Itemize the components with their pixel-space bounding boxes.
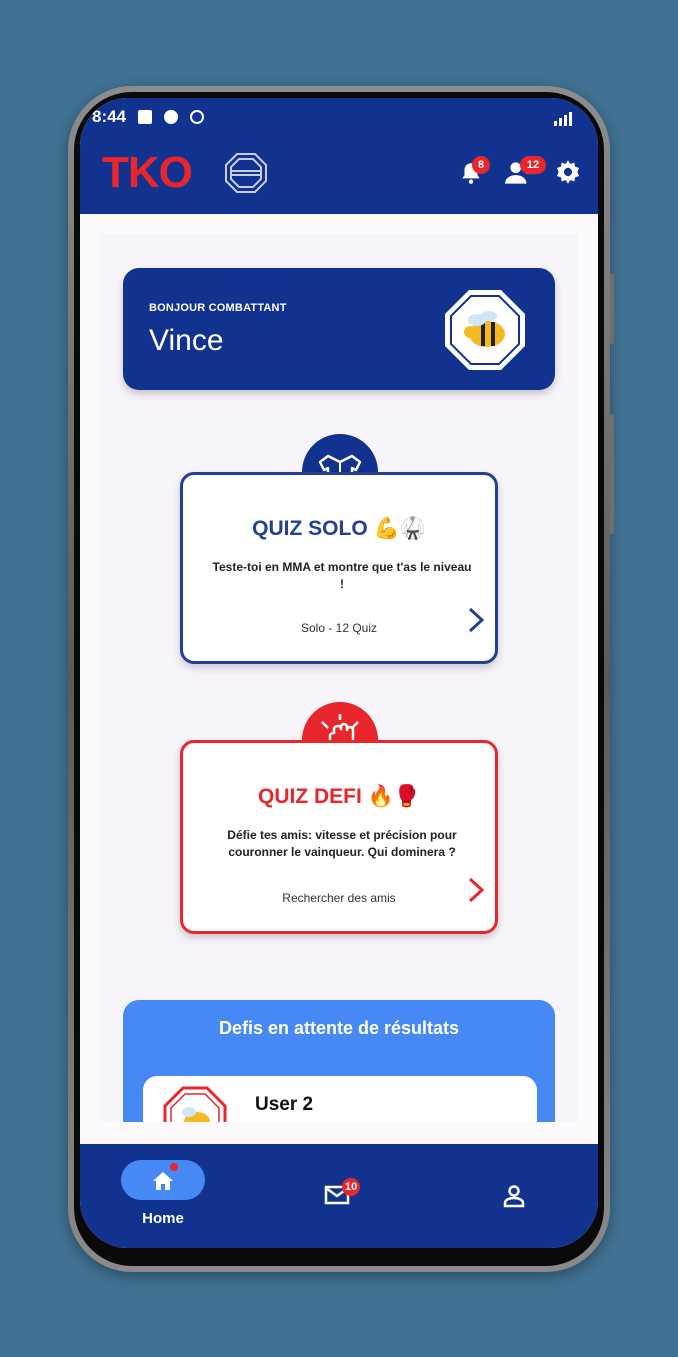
quiz-solo-title: QUIZ SOLO 💪🥋: [252, 517, 426, 540]
octagon-logo-icon: [225, 153, 267, 193]
search-friends-link[interactable]: Rechercher des amis: [183, 891, 495, 905]
app-bar: 8:44 TKO 8 12: [80, 98, 598, 214]
bee-avatar-icon[interactable]: [443, 288, 527, 372]
phone-side-button: [610, 274, 614, 344]
greeting-card: BONJOUR COMBATTANT Vince: [123, 268, 555, 390]
quiz-solo-description: Teste-toi en MMA et montre que t'as le n…: [212, 560, 472, 591]
chevron-right-icon[interactable]: [467, 877, 485, 903]
notifications-badge: 8: [472, 156, 490, 174]
gear-icon[interactable]: [554, 158, 582, 186]
chevron-right-icon[interactable]: [467, 607, 485, 633]
status-time: 8:44: [92, 107, 127, 126]
pending-challenges-title: Defis en attente de résultats: [218, 1018, 460, 1038]
nav-home-label: Home: [142, 1210, 184, 1227]
pending-challenge-row[interactable]: User 2: [143, 1076, 537, 1122]
greeting-label: BONJOUR COMBATTANT: [149, 302, 287, 314]
friends-badge: 12: [520, 156, 546, 174]
pending-user-name: User 2: [255, 1094, 314, 1115]
quiz-defi-description: Défie tes amis: vitesse et précision pou…: [227, 828, 457, 859]
messages-badge: 10: [342, 1178, 361, 1196]
chat-icon: [164, 110, 179, 124]
quiz-defi-card[interactable]: QUIZ DEFI 🔥🥊 Défie tes amis: vitesse et …: [180, 740, 498, 934]
app-logo: TKO: [102, 148, 193, 197]
bottom-nav: Home 10: [80, 1144, 598, 1248]
user-name: Vince: [149, 324, 224, 357]
nav-home-indicator: [121, 1160, 205, 1200]
home-notification-dot: [170, 1163, 178, 1171]
user-avatar-icon: [163, 1086, 227, 1122]
nav-profile[interactable]: [502, 1144, 532, 1248]
signal-icon: [554, 106, 572, 126]
pending-challenges-panel: Defis en attente de résultats User 2: [123, 1000, 555, 1122]
nav-home[interactable]: Home: [118, 1144, 208, 1248]
phone-volume-button: [610, 414, 614, 534]
profile-icon: [503, 1185, 525, 1208]
nav-messages[interactable]: 10: [324, 1144, 364, 1248]
home-content[interactable]: BONJOUR COMBATTANT Vince QUIZ SOLO 💪🥋 Te…: [100, 234, 578, 1122]
app-screen: 8:44 TKO 8 12 BONJOUR COMBATTANT Vince Q…: [80, 98, 598, 1248]
gallery-icon: [138, 110, 153, 124]
quiz-defi-title: QUIZ DEFI 🔥🥊: [258, 785, 420, 808]
status-bar: 8:44: [92, 106, 205, 128]
quiz-solo-card[interactable]: QUIZ SOLO 💪🥋 Teste-toi en MMA et montre …: [180, 472, 498, 664]
home-icon: [153, 1172, 173, 1190]
whatsapp-icon: [190, 110, 205, 124]
quiz-solo-footer: Solo - 12 Quiz: [300, 621, 378, 635]
